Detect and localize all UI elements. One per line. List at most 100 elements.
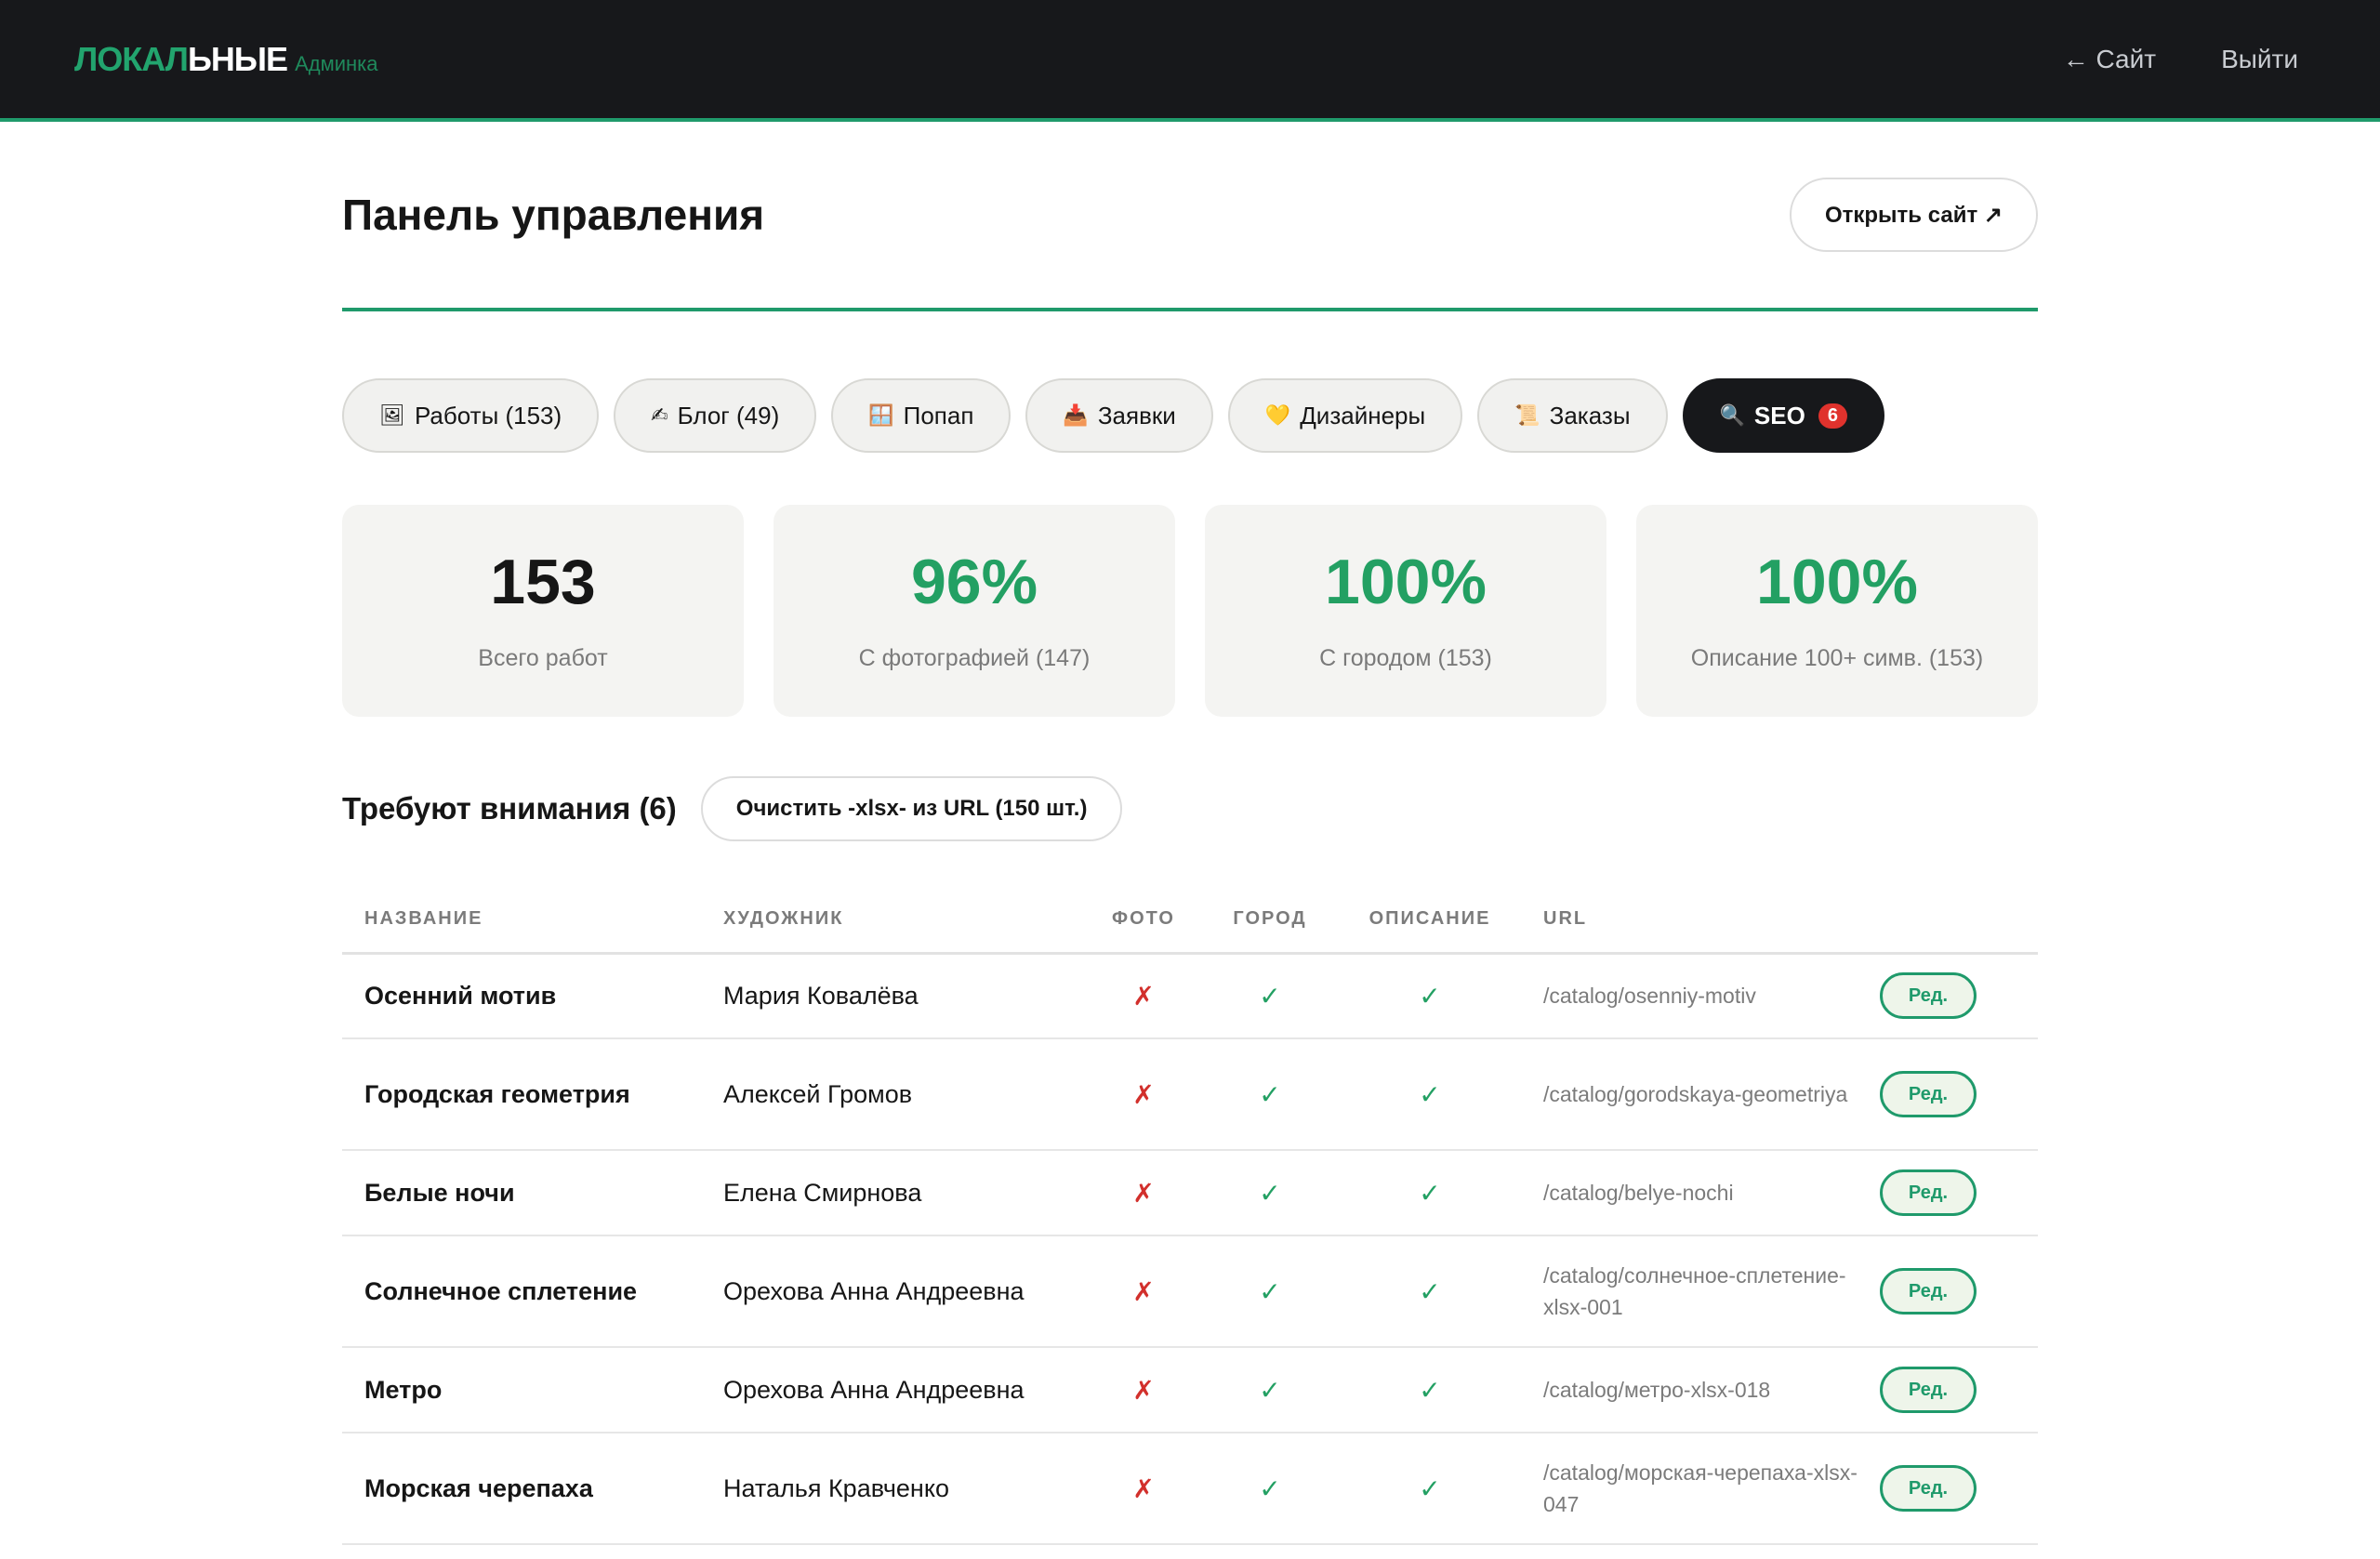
cell-name: Городская геометрия — [342, 1038, 701, 1151]
edit-button[interactable]: Ред. — [1880, 1367, 1977, 1413]
cell-artist: Орехова Анна Андреевна — [701, 1347, 1086, 1433]
cell-description: ✓ — [1339, 1347, 1521, 1433]
page-header: Панель управления Открыть сайт ↗ — [342, 122, 2038, 311]
stat-card-description: 100% Описание 100+ симв. (153) — [1636, 505, 2038, 717]
cell-city: ✓ — [1201, 953, 1339, 1039]
cell-actions: Ред. — [1858, 1150, 2038, 1236]
window-icon: 🪟 — [868, 403, 894, 427]
cell-city: ✓ — [1201, 1150, 1339, 1236]
cell-artist: Орехова Анна Андреевна — [701, 1235, 1086, 1348]
writing-hand-icon: ✍ — [651, 403, 668, 427]
check-icon: ✓ — [1419, 1079, 1441, 1109]
check-icon: ✓ — [1419, 1276, 1441, 1306]
table-header-row: НАЗВАНИЕ ХУДОЖНИК ФОТО ГОРОД ОПИСАНИЕ UR… — [342, 886, 2038, 955]
cell-photo: ✗ — [1086, 1235, 1201, 1348]
stat-label: С городом (153) — [1319, 644, 1492, 671]
tab-popup[interactable]: 🪟 Попап — [831, 378, 1012, 453]
stat-card-photo: 96% С фотографией (147) — [774, 505, 1175, 717]
cell-city: ✓ — [1201, 1235, 1339, 1348]
tab-label: Заказы — [1549, 401, 1631, 429]
tab-blog[interactable]: ✍ Блог (49) — [614, 378, 817, 453]
stats-row: 153 Всего работ 96% С фотографией (147) … — [342, 505, 2038, 717]
check-icon: ✓ — [1419, 1375, 1441, 1405]
table-row: Городская геометрия Алексей Громов ✗ ✓ ✓… — [342, 1038, 2038, 1151]
cross-icon: ✗ — [1132, 1276, 1155, 1306]
stat-card-city: 100% С городом (153) — [1205, 505, 1606, 717]
cell-actions: Ред. — [1858, 1433, 2038, 1545]
stat-value: 96% — [910, 546, 1038, 617]
table-row: Белые ночи Елена Смирнова ✗ ✓ ✓ /catalog… — [342, 1150, 2038, 1236]
cross-icon: ✗ — [1132, 1473, 1155, 1503]
section-tabs: 🖼 Работы (153) ✍ Блог (49) 🪟 Попап 📥 Зая… — [342, 378, 2038, 453]
brand-subtitle: Админка — [295, 51, 378, 75]
scroll-icon: 📜 — [1514, 403, 1540, 427]
tab-requests[interactable]: 📥 Заявки — [1025, 378, 1213, 453]
cell-description: ✓ — [1339, 1150, 1521, 1236]
cell-description: ✓ — [1339, 1433, 1521, 1545]
top-bar: ЛОКАЛ ЬНЫЕ Админка ← Сайт Выйти — [0, 0, 2380, 122]
cell-city: ✓ — [1201, 1038, 1339, 1151]
cell-photo: ✗ — [1086, 953, 1201, 1039]
edit-button[interactable]: Ред. — [1880, 972, 1977, 1020]
main-content: Панель управления Открыть сайт ↗ 🖼 Работ… — [342, 122, 2038, 1545]
tab-label: Работы (153) — [414, 401, 562, 429]
table-row: Морская черепаха Наталья Кравченко ✗ ✓ ✓… — [342, 1433, 2038, 1545]
attention-title: Требуют внимания (6) — [342, 791, 677, 826]
check-icon: ✓ — [1259, 1178, 1281, 1208]
edit-button[interactable]: Ред. — [1880, 1169, 1977, 1216]
edit-button[interactable]: Ред. — [1880, 1268, 1977, 1315]
brand-logo[interactable]: ЛОКАЛ ЬНЫЕ Админка — [74, 40, 378, 79]
cell-photo: ✗ — [1086, 1150, 1201, 1236]
cell-photo: ✗ — [1086, 1433, 1201, 1545]
brand-name-part1: ЛОКАЛ — [74, 39, 189, 78]
logout-link[interactable]: Выйти — [2221, 45, 2298, 74]
cell-name: Морская черепаха — [342, 1433, 701, 1545]
cell-actions: Ред. — [1858, 953, 2038, 1039]
tab-label: Блог (49) — [677, 401, 780, 429]
cell-url: /catalog/belye-nochi — [1521, 1150, 1858, 1236]
cell-artist: Наталья Кравченко — [701, 1433, 1086, 1545]
check-icon: ✓ — [1259, 1079, 1281, 1109]
tab-label: Попап — [903, 401, 974, 429]
back-to-site-link[interactable]: ← Сайт — [2063, 45, 2156, 74]
cell-url: /catalog/gorodskaya-geometriya — [1521, 1038, 1858, 1151]
cell-city: ✓ — [1201, 1433, 1339, 1545]
inbox-icon: 📥 — [1063, 403, 1089, 427]
check-icon: ✓ — [1259, 981, 1281, 1011]
tab-orders[interactable]: 📜 Заказы — [1477, 378, 1668, 453]
stat-label: Всего работ — [478, 644, 608, 671]
picture-icon: 🖼 — [379, 403, 405, 427]
cell-artist: Мария Ковалёва — [701, 953, 1086, 1039]
col-header-photo: ФОТО — [1086, 886, 1201, 955]
cell-actions: Ред. — [1858, 1235, 2038, 1348]
col-header-url: URL — [1521, 886, 1858, 955]
stat-value: 100% — [1325, 546, 1487, 617]
check-icon: ✓ — [1419, 1178, 1441, 1208]
open-site-button[interactable]: Открыть сайт ↗ — [1789, 178, 2038, 252]
cell-artist: Алексей Громов — [701, 1038, 1086, 1151]
attention-table: НАЗВАНИЕ ХУДОЖНИК ФОТО ГОРОД ОПИСАНИЕ UR… — [342, 886, 2038, 1545]
cell-url: /catalog/солнечное-сплетение-xlsx-001 — [1521, 1235, 1858, 1348]
cell-name: Осенний мотив — [342, 953, 701, 1039]
table-row: Метро Орехова Анна Андреевна ✗ ✓ ✓ /cata… — [342, 1347, 2038, 1433]
tab-designers[interactable]: 💛 Дизайнеры — [1227, 378, 1463, 453]
cell-name: Солнечное сплетение — [342, 1235, 701, 1348]
cell-description: ✓ — [1339, 1235, 1521, 1348]
edit-button[interactable]: Ред. — [1880, 1071, 1977, 1117]
cell-url: /catalog/морская-черепаха-xlsx-047 — [1521, 1433, 1858, 1545]
clean-xlsx-button[interactable]: Очистить -xlsx- из URL (150 шт.) — [700, 776, 1123, 841]
tab-works[interactable]: 🖼 Работы (153) — [342, 378, 600, 453]
check-icon: ✓ — [1259, 1276, 1281, 1306]
check-icon: ✓ — [1419, 981, 1441, 1011]
cell-photo: ✗ — [1086, 1038, 1201, 1151]
tab-label: Дизайнеры — [1300, 401, 1426, 429]
tab-label: Заявки — [1097, 401, 1176, 429]
col-header-description: ОПИСАНИЕ — [1339, 886, 1521, 955]
cell-name: Белые ночи — [342, 1150, 701, 1236]
cell-actions: Ред. — [1858, 1038, 2038, 1151]
tab-label: SEO — [1753, 401, 1805, 429]
tab-seo[interactable]: 🔍 SEO 6 — [1682, 378, 1884, 453]
cell-url: /catalog/метро-xlsx-018 — [1521, 1347, 1858, 1433]
edit-button[interactable]: Ред. — [1880, 1465, 1977, 1512]
col-header-city: ГОРОД — [1201, 886, 1339, 955]
